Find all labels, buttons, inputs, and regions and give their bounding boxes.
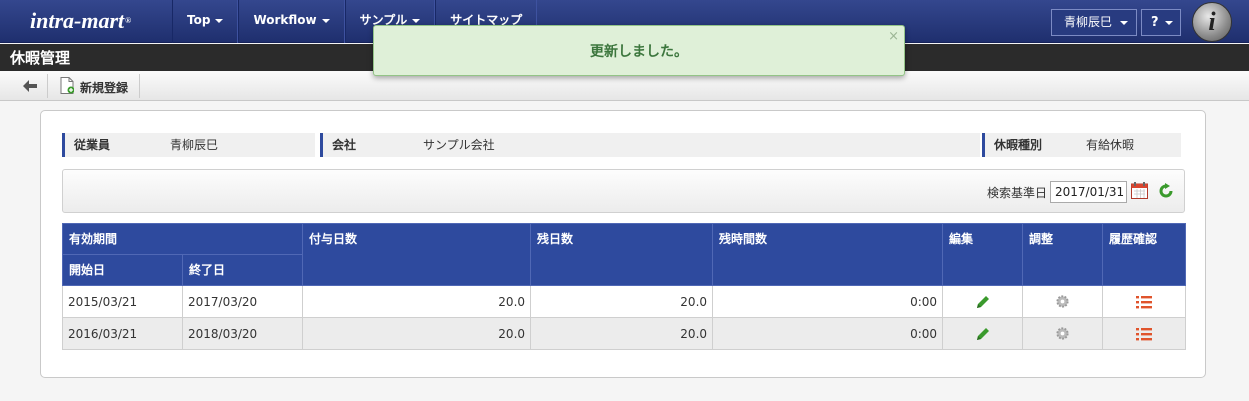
header-valid-period: 有効期間 <box>61 223 304 255</box>
new-register-button[interactable]: 新規登録 <box>52 74 140 98</box>
chevron-down-icon <box>215 18 224 23</box>
search-date-label: 検索基準日 <box>987 186 1048 200</box>
header-start-date: 開始日 <box>62 254 183 286</box>
cell-end-date: 2017/03/20 <box>181 285 304 318</box>
leave-type-field: 休暇種別 有給休暇 <box>982 133 1181 157</box>
leave-grant-table: 有効期間 付与日数 残日数 残時間数 編集 調整 履歴確認 開始日 終了日 20… <box>61 223 1187 350</box>
search-date-input[interactable] <box>1050 181 1127 203</box>
leave-type-value: 有給休暇 <box>1086 138 1135 152</box>
header-end-date: 終了日 <box>181 254 304 286</box>
cell-end-date: 2018/03/20 <box>181 317 304 350</box>
company-label: 会社 <box>320 133 412 157</box>
employee-field: 従業員 青柳辰巳 <box>62 133 315 157</box>
cell-edit <box>942 285 1024 318</box>
header-granted-days: 付与日数 <box>302 223 532 286</box>
cell-remaining-hours: 0:00 <box>712 285 944 318</box>
cell-adjust <box>1022 317 1104 350</box>
header-history: 履歴確認 <box>1102 223 1187 286</box>
new-document-icon <box>60 77 74 94</box>
list-icon[interactable] <box>1136 327 1153 341</box>
table-row: 2016/03/21 2018/03/20 20.0 20.0 0:00 <box>62 317 1187 350</box>
list-icon[interactable] <box>1136 295 1153 309</box>
leave-detail-panel: 従業員 青柳辰巳 会社 サンプル会社 休暇種別 有給休暇 検索基準日 有効期間 <box>40 110 1206 378</box>
success-toast: 更新しました。 × <box>373 25 905 76</box>
header-adjust: 調整 <box>1022 223 1104 286</box>
employee-value: 青柳辰巳 <box>170 138 219 152</box>
gear-icon[interactable] <box>1055 326 1070 341</box>
leave-type-label: 休暇種別 <box>982 133 1077 157</box>
chevron-down-icon <box>412 18 421 23</box>
pencil-icon[interactable] <box>975 326 991 342</box>
nav-workflow[interactable]: Workflow <box>238 0 345 43</box>
table-row: 2015/03/21 2017/03/20 20.0 20.0 0:00 <box>62 285 1187 318</box>
cell-remaining-hours: 0:00 <box>712 317 944 350</box>
chevron-down-icon <box>1120 21 1128 25</box>
company-field: 会社 サンプル会社 <box>320 133 980 157</box>
search-bar: 検索基準日 <box>62 169 1185 213</box>
brand-i-icon[interactable]: i <box>1192 2 1232 42</box>
header-edit: 編集 <box>942 223 1024 286</box>
cell-granted-days: 20.0 <box>302 285 532 318</box>
gear-icon[interactable] <box>1055 294 1070 309</box>
pencil-icon[interactable] <box>975 294 991 310</box>
cell-adjust <box>1022 285 1104 318</box>
back-button[interactable] <box>12 74 48 98</box>
close-icon[interactable]: × <box>888 29 899 44</box>
cell-edit <box>942 317 1024 350</box>
cell-granted-days: 20.0 <box>302 317 532 350</box>
page-title: 休暇管理 <box>10 49 71 67</box>
arrow-left-icon <box>23 80 37 92</box>
calendar-icon[interactable] <box>1131 182 1148 199</box>
toast-message: 更新しました。 <box>590 44 688 60</box>
chevron-down-icon <box>321 18 330 23</box>
chevron-down-icon <box>1165 21 1173 25</box>
cell-start-date: 2015/03/21 <box>62 285 183 318</box>
intra-mart-logo[interactable]: intra-mart® <box>30 6 148 36</box>
cell-remaining-days: 20.0 <box>530 285 714 318</box>
employee-label: 従業員 <box>62 133 160 157</box>
header-remaining-hours: 残時間数 <box>712 223 944 286</box>
nav-top[interactable]: Top <box>172 0 239 43</box>
refresh-icon[interactable] <box>1158 183 1174 199</box>
cell-history <box>1102 317 1187 350</box>
cell-history <box>1102 285 1187 318</box>
cell-remaining-days: 20.0 <box>530 317 714 350</box>
header-remaining-days: 残日数 <box>530 223 714 286</box>
help-menu-button[interactable]: ? <box>1141 9 1181 36</box>
company-value: サンプル会社 <box>423 138 495 152</box>
cell-start-date: 2016/03/21 <box>62 317 183 350</box>
user-menu-button[interactable]: 青柳辰巳 <box>1051 9 1137 36</box>
